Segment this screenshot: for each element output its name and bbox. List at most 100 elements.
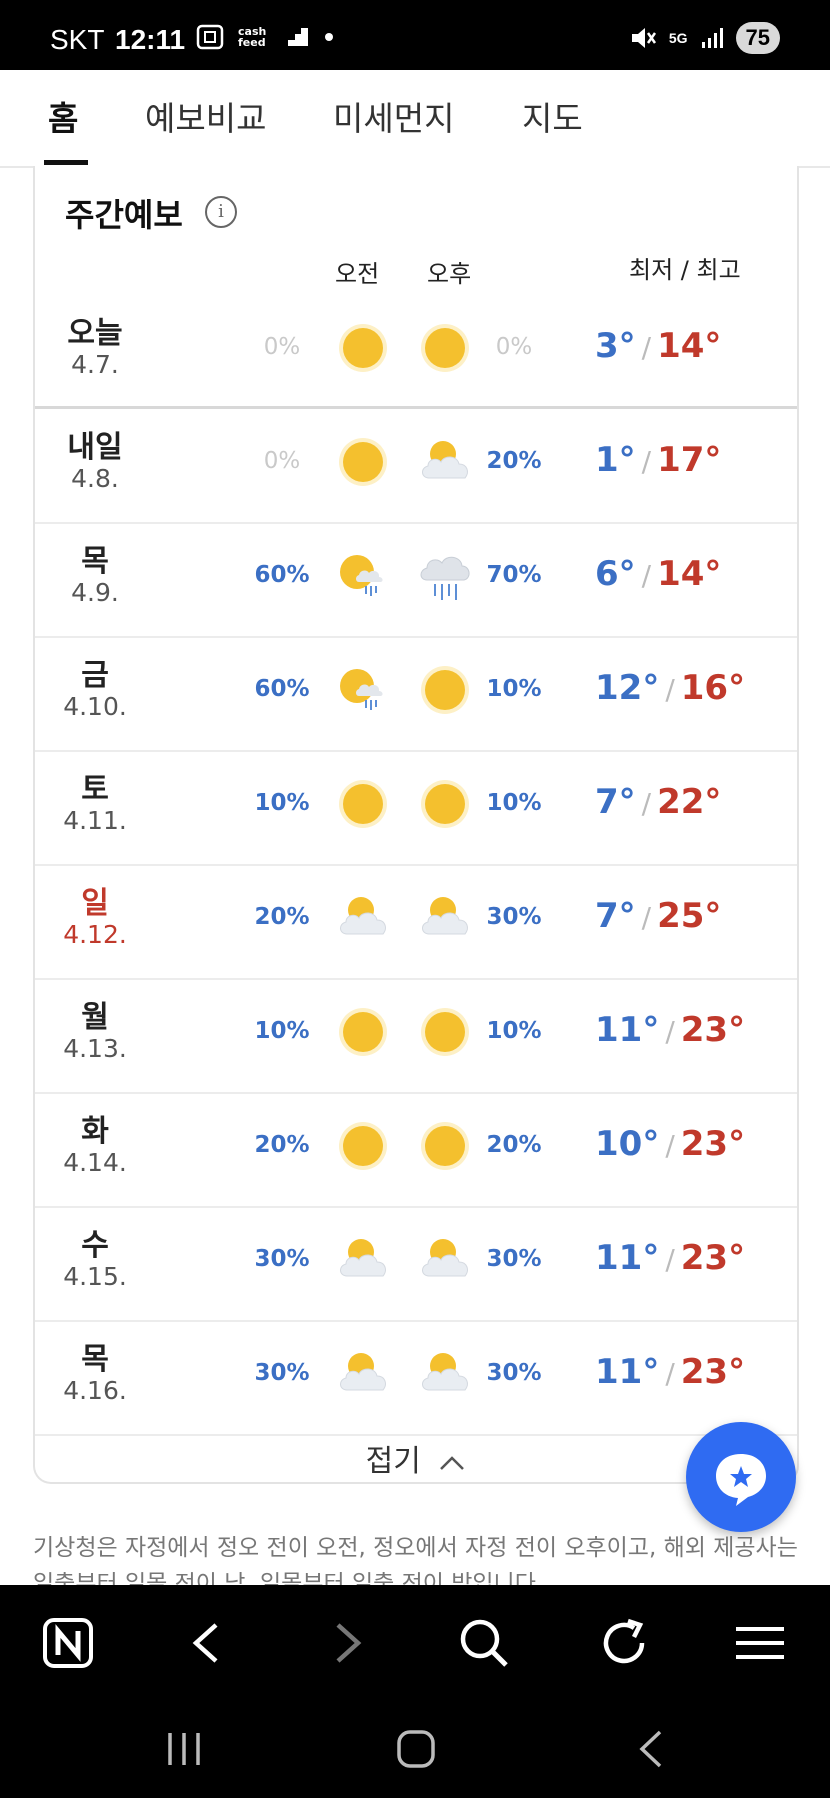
min-temp: 11° xyxy=(595,1238,660,1278)
sun-icon xyxy=(333,432,393,492)
status-bar: SKT 12:11 cash feed 5G 75 xyxy=(0,0,830,70)
fold-label: 접기 xyxy=(365,1444,421,1479)
forecast-day: 목 xyxy=(81,544,109,579)
info-icon[interactable]: i xyxy=(205,196,237,228)
rain-cloud-icon xyxy=(415,546,475,606)
sun-icon xyxy=(415,1116,475,1176)
am-precip-pct: 10% xyxy=(254,1018,310,1044)
chat-star-icon xyxy=(716,1454,766,1506)
weekly-forecast-title: 주간예보 xyxy=(65,196,183,234)
pm-precip-pct: 0% xyxy=(495,334,533,360)
forecast-day: 내일 xyxy=(67,430,123,465)
sun-icon xyxy=(333,774,393,834)
tab-map[interactable]: 지도 xyxy=(522,92,583,140)
min-temp: 10° xyxy=(595,1124,660,1164)
clock: 12:11 xyxy=(115,24,186,55)
temperature-range: 6°/14° xyxy=(595,554,722,594)
min-temp: 7° xyxy=(595,896,636,936)
partly-cloudy-icon xyxy=(333,1344,393,1404)
tab-forecast-compare[interactable]: 예보비교 xyxy=(145,92,266,140)
min-temp: 11° xyxy=(595,1010,660,1050)
cash-feed-icon: cash feed xyxy=(238,25,267,49)
partly-cloudy-icon xyxy=(415,432,475,492)
max-temp: 23° xyxy=(680,1124,746,1164)
forecast-day: 수 xyxy=(81,1228,109,1263)
forecast-day: 일 xyxy=(81,886,109,921)
max-temp: 16° xyxy=(680,668,746,708)
forecast-date: 4.12. xyxy=(63,920,127,949)
am-precip-pct: 0% xyxy=(263,448,301,474)
forecast-row: 화 4.14. 20% 20% 10°/23° xyxy=(35,1092,797,1206)
min-temp: 3° xyxy=(595,326,636,366)
partly-cloudy-icon xyxy=(333,1230,393,1290)
forecast-row: 내일 4.8. 0% 20% 1°/17° xyxy=(35,408,797,522)
max-temp: 23° xyxy=(680,1010,746,1050)
forecast-row: 수 4.15. 30% 30% 11°/23° xyxy=(35,1206,797,1320)
forecast-date: 4.9. xyxy=(71,578,119,607)
search-icon[interactable] xyxy=(458,1617,510,1669)
forecast-row: 토 4.11. 10% 10% 7°/22° xyxy=(35,750,797,864)
pm-precip-pct: 30% xyxy=(486,1246,542,1272)
pm-precip-pct: 30% xyxy=(486,904,542,930)
am-precip-pct: 30% xyxy=(254,1246,310,1272)
forecast-day: 목 xyxy=(81,1342,109,1377)
header-min-max: 최저 / 최고 xyxy=(629,256,741,284)
temperature-range: 12°/16° xyxy=(595,668,746,708)
dot-icon xyxy=(325,33,333,41)
forecast-date: 4.13. xyxy=(63,1034,127,1063)
recents-icon[interactable] xyxy=(164,1731,204,1767)
back-nav-icon[interactable] xyxy=(636,1729,666,1769)
temperature-range: 7°/25° xyxy=(595,896,722,936)
am-precip-pct: 20% xyxy=(254,904,310,930)
temperature-range: 11°/23° xyxy=(595,1010,746,1050)
forecast-row: 오늘 4.7. 0% 0% 3°/14° xyxy=(35,294,797,408)
forecast-date: 4.15. xyxy=(63,1262,127,1291)
partly-cloudy-icon xyxy=(415,1344,475,1404)
signal-icon xyxy=(701,28,723,48)
header-pm: 오후 xyxy=(427,260,472,288)
forecast-row: 일 4.12. 20% 30% 7°/25° xyxy=(35,864,797,978)
pm-precip-pct: 30% xyxy=(486,1360,542,1386)
min-temp: 6° xyxy=(595,554,636,594)
am-precip-pct: 10% xyxy=(254,790,310,816)
partly-cloudy-icon xyxy=(415,888,475,948)
forecast-row: 금 4.10. 60% 10% 12°/16° xyxy=(35,636,797,750)
max-temp: 23° xyxy=(680,1352,746,1392)
temperature-range: 3°/14° xyxy=(595,326,722,366)
min-temp: 11° xyxy=(595,1352,660,1392)
mute-icon xyxy=(631,28,656,48)
forecast-day: 오늘 xyxy=(67,316,123,351)
temperature-range: 10°/23° xyxy=(595,1124,746,1164)
am-precip-pct: 60% xyxy=(254,676,310,702)
am-precip-pct: 30% xyxy=(254,1360,310,1386)
am-precip-pct: 60% xyxy=(254,562,310,588)
back-icon[interactable] xyxy=(186,1621,226,1665)
menu-icon[interactable] xyxy=(734,1623,786,1663)
temperature-range: 11°/23° xyxy=(595,1238,746,1278)
pm-precip-pct: 10% xyxy=(486,1018,542,1044)
pm-precip-pct: 10% xyxy=(486,676,542,702)
browser-toolbar xyxy=(0,1585,830,1701)
forward-icon[interactable] xyxy=(328,1621,368,1665)
chat-fab-button[interactable] xyxy=(686,1422,796,1532)
top-tabs: 홈 예보비교 미세먼지 지도 xyxy=(0,70,830,168)
home-icon[interactable] xyxy=(396,1729,436,1769)
forecast-day: 금 xyxy=(81,658,109,693)
tab-fine-dust[interactable]: 미세먼지 xyxy=(333,92,454,140)
forecast-day: 토 xyxy=(81,772,109,807)
refresh-icon[interactable] xyxy=(598,1617,650,1669)
fold-button[interactable]: 접기 xyxy=(35,1436,797,1480)
tab-home[interactable]: 홈 xyxy=(48,92,78,140)
system-nav-bar xyxy=(0,1701,830,1798)
pm-precip-pct: 70% xyxy=(486,562,542,588)
temperature-range: 11°/23° xyxy=(595,1352,746,1392)
pm-precip-pct: 10% xyxy=(486,790,542,816)
n-logo-icon[interactable] xyxy=(42,1617,94,1669)
header-am: 오전 xyxy=(335,260,380,288)
min-temp: 12° xyxy=(595,668,660,708)
sun-icon xyxy=(415,774,475,834)
screenshot-icon xyxy=(196,24,224,50)
sun-rain-icon xyxy=(333,546,393,606)
sun-icon xyxy=(333,318,393,378)
max-temp: 14° xyxy=(657,554,722,594)
